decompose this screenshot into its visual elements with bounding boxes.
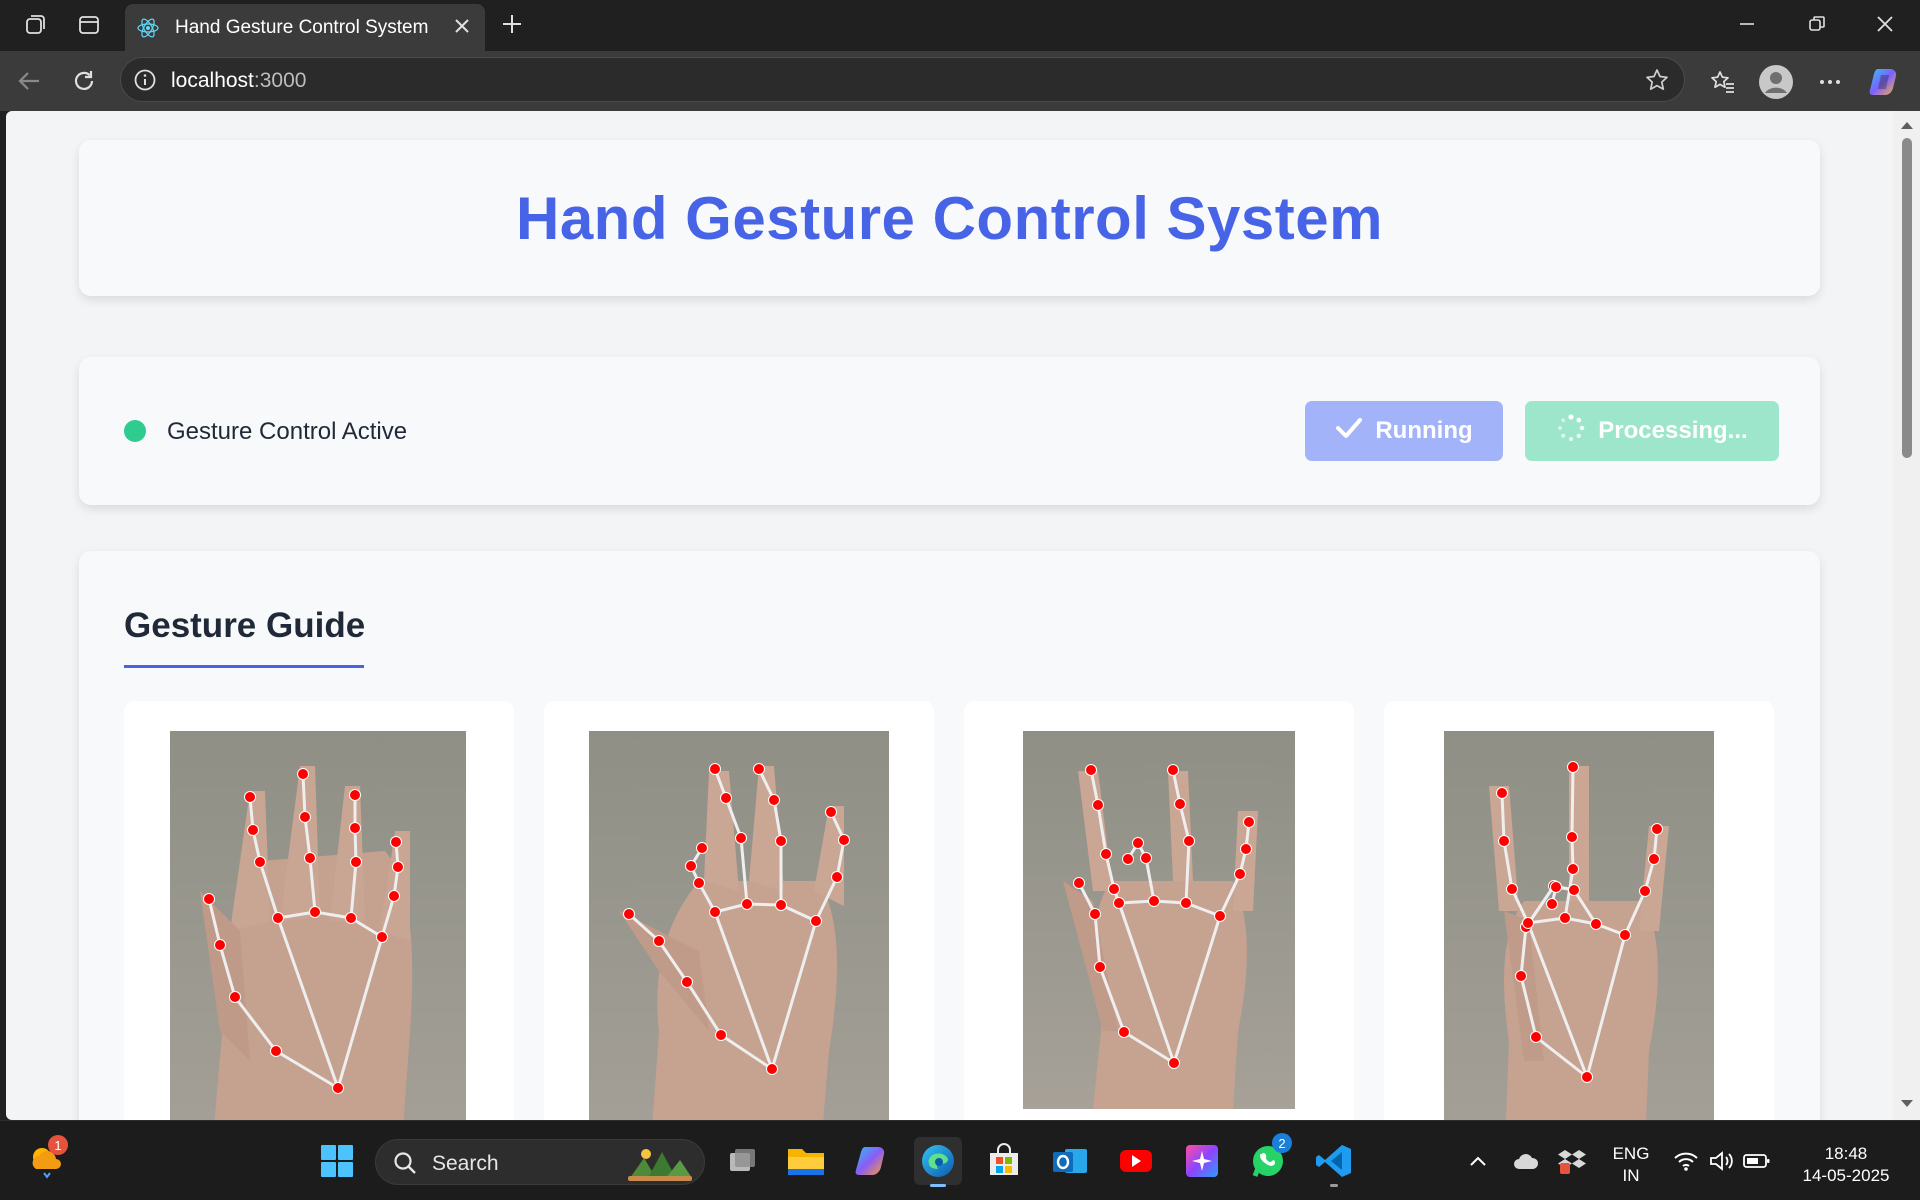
- search-label: Search: [432, 1152, 499, 1175]
- gesture-card-4: [1384, 701, 1774, 1120]
- check-icon: [1335, 416, 1363, 447]
- reload-icon[interactable]: [67, 64, 101, 98]
- copilot-icon[interactable]: [1865, 62, 1905, 102]
- status-card: Gesture Control Active Running Processin…: [79, 357, 1820, 505]
- open-app-indicator: [1330, 1184, 1338, 1187]
- wifi-icon[interactable]: [1666, 1137, 1706, 1185]
- scroll-up-arrow-icon[interactable]: [1900, 117, 1914, 135]
- scroll-down-arrow-icon[interactable]: [1900, 1096, 1914, 1114]
- volume-icon[interactable]: [1704, 1137, 1740, 1185]
- processing-button-label: Processing...: [1598, 417, 1748, 444]
- tab-title: Hand Gesture Control System: [175, 17, 429, 38]
- favorite-star-icon[interactable]: [1644, 67, 1670, 98]
- favorites-icon[interactable]: [1703, 62, 1743, 102]
- close-tab-icon[interactable]: [451, 15, 473, 42]
- workspaces-icon[interactable]: [20, 12, 50, 38]
- gesture-guide-card: Gesture Guide: [79, 551, 1820, 1120]
- react-logo-icon: [136, 16, 160, 45]
- title-underline: [124, 665, 364, 668]
- gesture-guide-title: Gesture Guide: [124, 606, 366, 645]
- middle-thumb-pinch-landmarks-image: [1023, 731, 1295, 1109]
- header-card: Hand Gesture Control System: [79, 140, 1820, 296]
- weather-widget[interactable]: 1: [22, 1135, 70, 1185]
- browser-tab-active[interactable]: Hand Gesture Control System: [125, 4, 485, 51]
- vscode-icon[interactable]: [1310, 1137, 1358, 1187]
- search-highlight-icon: [626, 1144, 694, 1187]
- copilot-app-icon[interactable]: [848, 1137, 896, 1185]
- battery-icon[interactable]: [1738, 1137, 1776, 1185]
- language-code: ENG: [1612, 1144, 1650, 1163]
- microsoft-store-icon[interactable]: [980, 1137, 1028, 1185]
- dropbox-sync-icon[interactable]: [1548, 1137, 1596, 1185]
- running-button[interactable]: Running: [1305, 401, 1503, 461]
- url-text: localhost:3000: [171, 69, 307, 92]
- gesture-card-2: [544, 701, 934, 1120]
- site-info-icon[interactable]: [133, 68, 157, 97]
- address-bar[interactable]: localhost:3000: [120, 57, 1685, 102]
- close-window-button[interactable]: [1850, 0, 1920, 48]
- status-indicator-dot: [124, 420, 146, 442]
- edge-browser-icon[interactable]: [914, 1137, 962, 1187]
- profile-avatar-icon[interactable]: [1756, 62, 1796, 102]
- taskbar-search[interactable]: Search: [375, 1139, 705, 1185]
- scrollbar-thumb[interactable]: [1902, 138, 1912, 458]
- ring-thumb-pinch-landmarks-image: [1444, 731, 1714, 1120]
- gesture-card-1: [124, 701, 514, 1120]
- status-text: Gesture Control Active: [167, 418, 408, 445]
- page-title: Hand Gesture Control System: [515, 184, 1383, 252]
- notification-badge: 1: [48, 1135, 68, 1155]
- gesture-card-3: [964, 701, 1354, 1120]
- page-viewport: Hand Gesture Control System Gesture Cont…: [6, 111, 1893, 1120]
- task-view-icon[interactable]: [718, 1137, 766, 1185]
- youtube-icon[interactable]: [1112, 1137, 1160, 1185]
- more-options-icon[interactable]: [1810, 62, 1850, 102]
- thumb-index-pinch-landmarks-image: [589, 731, 889, 1120]
- file-explorer-icon[interactable]: [782, 1137, 830, 1185]
- restore-button[interactable]: [1782, 0, 1852, 48]
- clock-time: 18:48: [1824, 1144, 1868, 1163]
- running-button-label: Running: [1375, 417, 1473, 444]
- outlook-icon[interactable]: [1046, 1137, 1094, 1185]
- spinner-icon: [1556, 413, 1586, 450]
- whatsapp-icon[interactable]: 2: [1244, 1133, 1292, 1185]
- vertical-tabs-icon[interactable]: [74, 12, 104, 38]
- browser-titlebar: Hand Gesture Control System: [0, 0, 1920, 51]
- active-app-indicator: [930, 1184, 946, 1187]
- show-hidden-icons-chevron-icon[interactable]: [1454, 1137, 1502, 1185]
- start-windows-icon[interactable]: [313, 1137, 361, 1185]
- whatsapp-badge: 2: [1272, 1133, 1292, 1153]
- language-region: IN: [1622, 1166, 1640, 1185]
- perplexity-app-icon[interactable]: [1178, 1137, 1226, 1185]
- search-icon: [392, 1150, 418, 1181]
- minimize-button[interactable]: [1712, 0, 1782, 48]
- processing-button[interactable]: Processing...: [1525, 401, 1779, 461]
- back-icon[interactable]: [12, 64, 46, 98]
- browser-toolbar: localhost:3000: [0, 51, 1920, 111]
- clock-date: 14-05-2025: [1802, 1166, 1890, 1185]
- open-palm-landmarks-image: [170, 731, 466, 1120]
- onedrive-cloud-icon[interactable]: [1502, 1137, 1550, 1185]
- windows-taskbar: 1 Search 2 ENG IN 18:48 14-05-2025: [0, 1120, 1920, 1200]
- page-scrollbar[interactable]: [1893, 111, 1920, 1120]
- clock[interactable]: 18:48 14-05-2025: [1790, 1143, 1902, 1187]
- new-tab-button[interactable]: [497, 9, 527, 39]
- language-indicator[interactable]: ENG IN: [1606, 1143, 1656, 1187]
